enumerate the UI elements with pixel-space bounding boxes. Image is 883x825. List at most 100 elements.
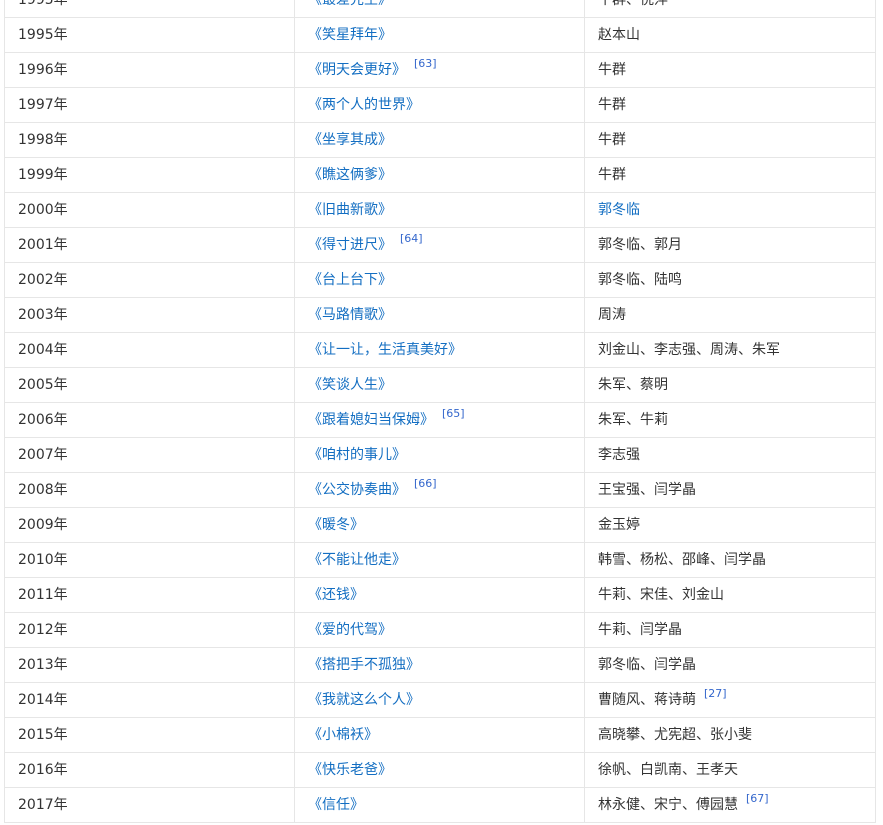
title-link[interactable]: 《两个人的世界》: [308, 97, 420, 113]
title-link[interactable]: 《坐享其成》: [308, 132, 392, 148]
title-link[interactable]: 《马路情歌》: [308, 307, 392, 323]
cast-text: 郭冬临、闫学晶: [598, 657, 696, 673]
table-row: 2008年 《公交协奏曲》 [66] 王宝强、闫学晶: [4, 472, 876, 508]
year-cell: 1997年: [4, 87, 295, 123]
title-link[interactable]: 《小棉袄》: [308, 727, 378, 743]
title-link[interactable]: 《搭把手不孤独》: [308, 657, 420, 673]
title-cell: 《爱的代驾》: [294, 612, 585, 648]
title-link[interactable]: 《笑谈人生》: [308, 377, 392, 393]
table-row: 2016年 《快乐老爸》 徐帆、白凯南、王孝天: [4, 752, 876, 788]
title-cell: 《台上台下》: [294, 262, 585, 298]
title-link[interactable]: 《爱的代驾》: [308, 622, 392, 638]
table-row: 2001年 《得寸进尺》 [64] 郭冬临、郭月: [4, 227, 876, 263]
title-link[interactable]: 《得寸进尺》: [308, 237, 392, 253]
title-link[interactable]: 《我就这么个人》: [308, 692, 420, 708]
title-link[interactable]: 《信任》: [308, 797, 364, 813]
cast-text: 朱军、牛莉: [598, 412, 668, 428]
cast-text: 曹随风、蒋诗萌: [598, 692, 696, 708]
title-citation-link[interactable]: [64]: [400, 232, 423, 245]
title-cell: 《搭把手不孤独》: [294, 647, 585, 683]
works-table: 1995年 《最差先生》 牛群、倪萍 1995年 《笑星拜年》 赵本山 1996…: [4, 0, 876, 823]
year-text: 2009年: [18, 517, 68, 533]
table-row: 2011年 《还钱》 牛莉、宋佳、刘金山: [4, 577, 876, 613]
cast-text: 刘金山、李志强、周涛、朱军: [598, 342, 780, 358]
cast-cell: 牛群: [584, 87, 876, 123]
title-citation-link[interactable]: [66]: [414, 477, 437, 490]
title-link[interactable]: 《明天会更好》: [308, 62, 406, 78]
title-link[interactable]: 《旧曲新歌》: [308, 202, 392, 218]
table-row: 1995年 《最差先生》 牛群、倪萍: [4, 0, 876, 18]
title-link[interactable]: 《不能让他走》: [308, 552, 406, 568]
title-link[interactable]: 《跟着媳妇当保姆》: [308, 412, 434, 428]
year-cell: 2001年: [4, 227, 295, 263]
table-row: 2000年 《旧曲新歌》 郭冬临: [4, 192, 876, 228]
cast-text: 林永健、宋宁、傅园慧: [598, 797, 738, 813]
cast-text: 牛群: [598, 167, 626, 183]
cast-cell: 金玉婷: [584, 507, 876, 543]
cast-cell: 郭冬临、郭月: [584, 227, 876, 263]
title-link[interactable]: 《最差先生》: [308, 0, 392, 8]
cast-cell: 朱军、牛莉: [584, 402, 876, 438]
table-row: 2014年 《我就这么个人》 曹随风、蒋诗萌 [27]: [4, 682, 876, 718]
title-link[interactable]: 《暖冬》: [308, 517, 364, 533]
year-text: 2013年: [18, 657, 68, 673]
cast-link[interactable]: 郭冬临: [598, 202, 640, 218]
title-cell: 《瞧这俩爹》: [294, 157, 585, 193]
title-cell: 《笑谈人生》: [294, 367, 585, 403]
year-cell: 1995年: [4, 17, 295, 53]
title-cell: 《我就这么个人》: [294, 682, 585, 718]
cast-cell: 刘金山、李志强、周涛、朱军: [584, 332, 876, 368]
cast-citation-link[interactable]: [67]: [746, 792, 769, 805]
year-cell: 2007年: [4, 437, 295, 473]
year-cell: 1999年: [4, 157, 295, 193]
year-text: 1995年: [18, 0, 68, 8]
table-row: 2003年 《马路情歌》 周涛: [4, 297, 876, 333]
year-cell: 2002年: [4, 262, 295, 298]
title-citation-link[interactable]: [65]: [442, 407, 465, 420]
table-row: 1995年 《笑星拜年》 赵本山: [4, 17, 876, 53]
cast-cell: 牛群: [584, 52, 876, 88]
title-cell: 《笑星拜年》: [294, 17, 585, 53]
cast-text: 徐帆、白凯南、王孝天: [598, 762, 738, 778]
cast-text: 韩雪、杨松、邵峰、闫学晶: [598, 552, 766, 568]
title-link[interactable]: 《台上台下》: [308, 272, 392, 288]
cast-cell: 曹随风、蒋诗萌 [27]: [584, 682, 876, 718]
year-cell: 2008年: [4, 472, 295, 508]
year-cell: 2011年: [4, 577, 295, 613]
cast-citation-link[interactable]: [27]: [704, 687, 727, 700]
title-link[interactable]: 《咱村的事儿》: [308, 447, 406, 463]
table-row: 2012年 《爱的代驾》 牛莉、闫学晶: [4, 612, 876, 648]
year-cell: 2016年: [4, 752, 295, 788]
year-text: 2006年: [18, 412, 68, 428]
cast-text: 牛群、倪萍: [598, 0, 668, 8]
title-link[interactable]: 《让一让，生活真美好》: [308, 342, 462, 358]
cast-text: 牛莉、宋佳、刘金山: [598, 587, 724, 603]
title-link[interactable]: 《还钱》: [308, 587, 364, 603]
title-cell: 《最差先生》: [294, 0, 585, 18]
table-row: 1999年 《瞧这俩爹》 牛群: [4, 157, 876, 193]
year-cell: 1995年: [4, 0, 295, 18]
cast-text: 朱军、蔡明: [598, 377, 668, 393]
title-cell: 《小棉袄》: [294, 717, 585, 753]
year-cell: 2015年: [4, 717, 295, 753]
cast-cell: 牛群、倪萍: [584, 0, 876, 18]
year-text: 2004年: [18, 342, 68, 358]
title-cell: 《得寸进尺》 [64]: [294, 227, 585, 263]
works-table-body: 1995年 《最差先生》 牛群、倪萍 1995年 《笑星拜年》 赵本山 1996…: [4, 0, 876, 823]
title-citation-link[interactable]: [63]: [414, 57, 437, 70]
table-row: 2013年 《搭把手不孤独》 郭冬临、闫学晶: [4, 647, 876, 683]
year-cell: 1998年: [4, 122, 295, 158]
title-link[interactable]: 《笑星拜年》: [308, 27, 392, 43]
table-row: 2004年 《让一让，生活真美好》 刘金山、李志强、周涛、朱军: [4, 332, 876, 368]
title-link[interactable]: 《公交协奏曲》: [308, 482, 406, 498]
year-text: 2010年: [18, 552, 68, 568]
title-link[interactable]: 《瞧这俩爹》: [308, 167, 392, 183]
title-cell: 《公交协奏曲》 [66]: [294, 472, 585, 508]
cast-cell: 牛莉、闫学晶: [584, 612, 876, 648]
table-row: 2005年 《笑谈人生》 朱军、蔡明: [4, 367, 876, 403]
table-row: 2015年 《小棉袄》 高晓攀、尤宪超、张小斐: [4, 717, 876, 753]
title-link[interactable]: 《快乐老爸》: [308, 762, 392, 778]
cast-text: 金玉婷: [598, 517, 640, 533]
title-cell: 《快乐老爸》: [294, 752, 585, 788]
cast-cell: 牛群: [584, 122, 876, 158]
